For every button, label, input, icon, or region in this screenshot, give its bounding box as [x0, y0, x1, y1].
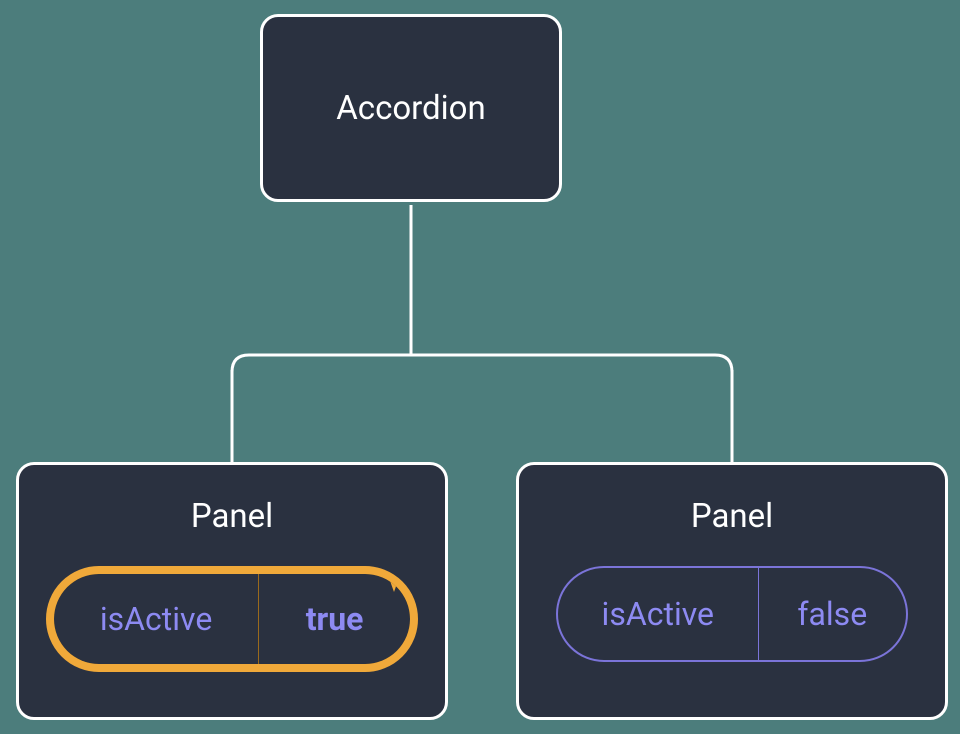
node-panel-active: Panel isActive true: [16, 462, 448, 720]
prop-key: isActive: [558, 568, 758, 660]
node-accordion: Accordion: [260, 14, 562, 202]
prop-pill-active: isActive true: [46, 566, 418, 672]
node-accordion-label: Accordion: [336, 89, 485, 128]
prop-key: isActive: [54, 574, 258, 664]
prop-pill-inactive: isActive false: [556, 566, 908, 662]
panel-label: Panel: [191, 497, 273, 536]
prop-value: false: [759, 568, 906, 660]
panel-label: Panel: [691, 497, 773, 536]
node-panel-inactive: Panel isActive false: [516, 462, 948, 720]
prop-value: true: [259, 574, 410, 664]
